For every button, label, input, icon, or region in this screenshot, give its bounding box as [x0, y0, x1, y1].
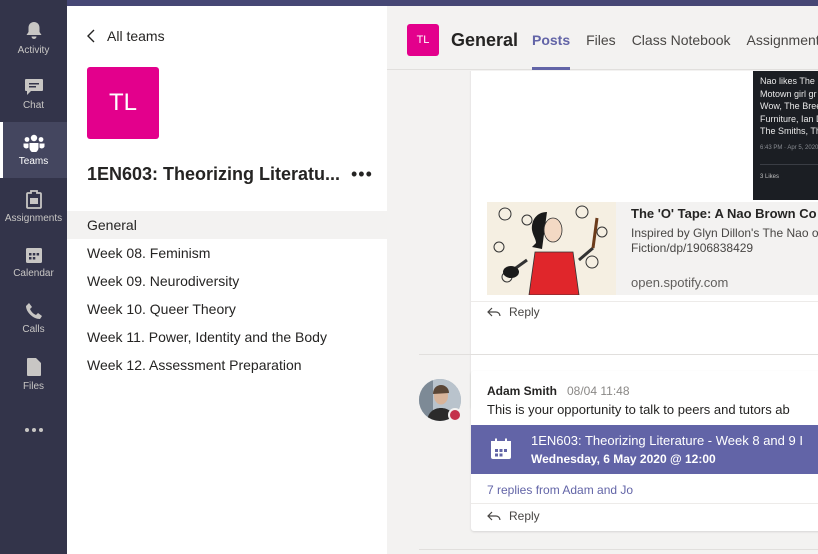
- team-pane: All teams TL 1EN603: Theorizing Literatu…: [67, 6, 387, 554]
- rail-files[interactable]: Files: [0, 346, 67, 402]
- tweet-likes: 3 Likes: [760, 164, 818, 184]
- tab-class-notebook[interactable]: Class Notebook: [632, 32, 731, 70]
- channel-general[interactable]: General: [67, 211, 387, 239]
- calendar-icon: [25, 247, 42, 263]
- tweet-line: Wow, The Bree: [760, 101, 818, 111]
- link-preview-domain: open.spotify.com: [631, 275, 729, 290]
- reply-button[interactable]: Reply: [487, 509, 540, 523]
- rail-calls[interactable]: Calls: [0, 290, 67, 346]
- rail-label: Chat: [22, 99, 45, 111]
- reply-label: Reply: [509, 305, 540, 319]
- rail-label: Files: [22, 380, 45, 392]
- rail-calendar[interactable]: Calendar: [0, 234, 67, 290]
- rail-label: Calls: [22, 323, 45, 335]
- app-rail: Activity Chat Teams Assignments Calendar…: [0, 0, 67, 554]
- rail-assignments[interactable]: Assignments: [0, 178, 67, 234]
- phone-icon: [25, 302, 42, 319]
- channel-list: General Week 08. Feminism Week 09. Neuro…: [67, 211, 387, 379]
- file-icon: [26, 357, 41, 376]
- meeting-date: Wednesday, 6 May 2020 @ 12:00: [531, 452, 716, 466]
- channel-week-10[interactable]: Week 10. Queer Theory: [67, 295, 387, 323]
- channel-week-12[interactable]: Week 12. Assessment Preparation: [67, 351, 387, 379]
- thread-separator: [419, 354, 818, 355]
- tweet-line: Motown girl gr: [760, 88, 817, 99]
- channel-week-08[interactable]: Week 08. Feminism: [67, 239, 387, 267]
- posts-feed[interactable]: Nao likes The Motown girl gr Wow, The Br…: [387, 71, 818, 554]
- tab-assignments[interactable]: Assignments: [747, 32, 818, 70]
- tab-posts[interactable]: Posts: [532, 32, 571, 70]
- link-preview-desc-line: Fiction/dp/1906838429: [631, 241, 754, 255]
- rail-label: Activity: [17, 44, 50, 56]
- chat-icon: [24, 78, 43, 95]
- calendar-icon: [491, 438, 511, 459]
- tweet-image[interactable]: Nao likes The Motown girl gr Wow, The Br…: [753, 71, 818, 200]
- channel-week-11[interactable]: Week 11. Power, Identity and the Body: [67, 323, 387, 351]
- thread-separator: [419, 549, 818, 550]
- more-apps-icon: [24, 428, 43, 432]
- channel-tabs: Posts Files Class Notebook Assignments: [532, 32, 818, 70]
- rail-label: Calendar: [13, 267, 54, 279]
- channel-title: General: [451, 30, 519, 50]
- link-preview-desc-line: Inspired by Glyn Dillon's The Nao o: [631, 226, 818, 240]
- rail-chat[interactable]: Chat: [0, 66, 67, 122]
- team-name: 1EN603: Theorizing Literatu...: [87, 164, 341, 184]
- presence-busy-indicator: [448, 408, 462, 422]
- channel-header: TL General Posts Files Class Notebook As…: [387, 6, 818, 70]
- link-preview-card[interactable]: The 'O' Tape: A Nao Brown Co Inspired by…: [487, 202, 818, 295]
- meeting-title: 1EN603: Theorizing Literature - Week 8 a…: [531, 433, 803, 448]
- bell-icon: [26, 21, 41, 39]
- teams-icon: [23, 134, 44, 152]
- post-card: Nao likes The Motown girl gr Wow, The Br…: [471, 71, 818, 409]
- chevron-left-icon: [87, 29, 95, 43]
- post-message: This is your opportunity to talk to peer…: [487, 402, 790, 417]
- link-preview-image: [487, 202, 616, 295]
- post-timestamp: 08/04 11:48: [567, 384, 630, 398]
- rail-more-apps[interactable]: [0, 402, 67, 458]
- reply-label: Reply: [509, 509, 540, 523]
- tweet-line: The Smiths, Th: [760, 126, 818, 136]
- channel-week-09[interactable]: Week 09. Neurodiversity: [67, 267, 387, 295]
- post-author[interactable]: Adam Smith: [487, 384, 557, 398]
- rail-activity[interactable]: Activity: [0, 10, 67, 66]
- replies-link[interactable]: 7 replies from Adam and Jo: [487, 483, 633, 497]
- tab-files[interactable]: Files: [586, 32, 616, 70]
- tweet-meta: 6:43 PM · Apr 5, 2020: [760, 144, 818, 151]
- all-teams-link[interactable]: All teams: [87, 28, 165, 44]
- reply-divider: [471, 503, 818, 504]
- team-avatar[interactable]: TL: [87, 67, 159, 139]
- post-card: Adam Smith 08/04 11:48 This is your oppo…: [471, 371, 818, 531]
- reply-arrow-icon: [487, 307, 501, 317]
- rail-teams[interactable]: Teams: [0, 122, 67, 178]
- rail-label: Assignments: [4, 212, 63, 224]
- channel-team-avatar: TL: [407, 24, 439, 56]
- team-more-options-button[interactable]: •••: [351, 165, 373, 183]
- tweet-line: Nao likes The: [760, 76, 815, 86]
- reply-arrow-icon: [487, 511, 501, 521]
- all-teams-label: All teams: [107, 28, 165, 44]
- tweet-line: Furniture, Ian D: [760, 113, 818, 124]
- assignments-icon: [25, 189, 42, 209]
- link-preview-description: Inspired by Glyn Dillon's The Nao o Fict…: [631, 226, 818, 256]
- link-preview-title: The 'O' Tape: A Nao Brown Co: [631, 206, 817, 221]
- reply-divider: [471, 301, 818, 302]
- reply-button[interactable]: Reply: [487, 305, 540, 319]
- meeting-card[interactable]: 1EN603: Theorizing Literature - Week 8 a…: [471, 425, 818, 474]
- rail-label: Teams: [18, 155, 49, 167]
